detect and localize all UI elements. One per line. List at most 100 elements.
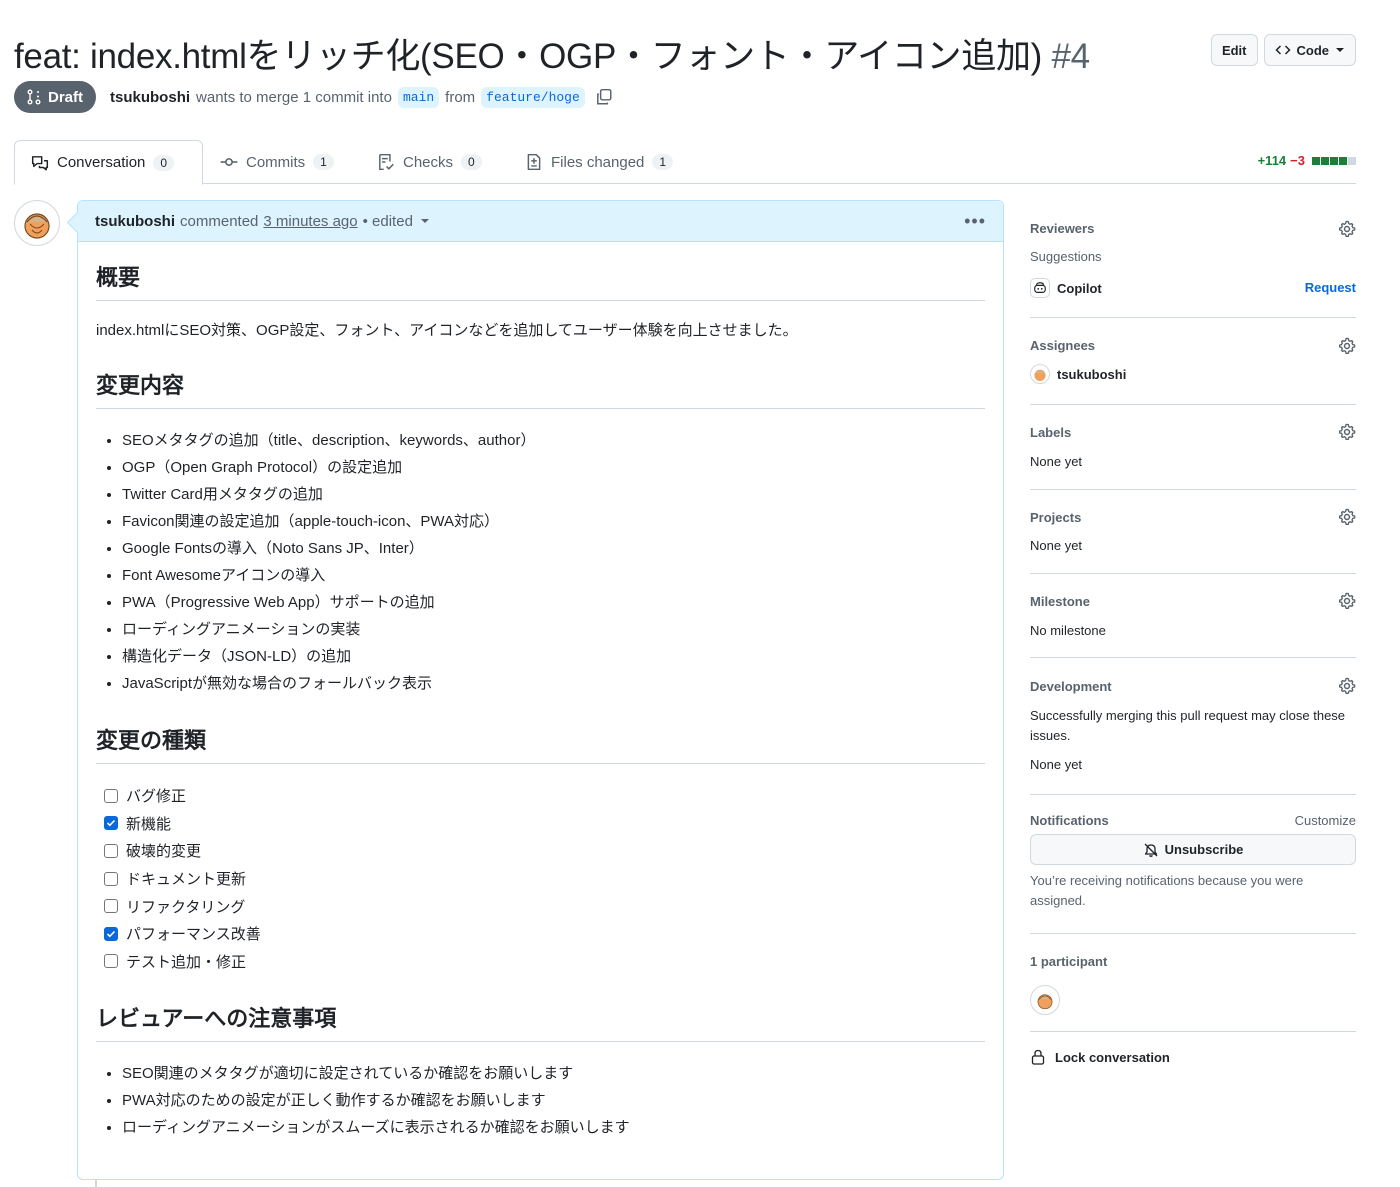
avatar	[1030, 364, 1050, 384]
heading-changes: 変更内容	[96, 368, 985, 409]
gear-icon[interactable]	[1338, 592, 1356, 610]
tab-checks-count: 0	[461, 154, 482, 170]
assignees-section: Assignees tsukuboshi	[1030, 318, 1356, 405]
task-checkbox[interactable]	[104, 954, 118, 969]
milestone-section: Milestone No milestone	[1030, 574, 1356, 658]
task-checkbox[interactable]	[104, 788, 118, 803]
gear-icon[interactable]	[1338, 508, 1356, 526]
lock-conversation-section: Lock conversation	[1030, 1032, 1356, 1088]
diffstat-deletions: −3	[1290, 153, 1305, 168]
edited-dropdown[interactable]: • edited	[363, 213, 413, 230]
assignee-name: tsukuboshi	[1057, 366, 1127, 382]
avatar-image-icon	[24, 213, 50, 239]
tab-conversation[interactable]: Conversation 0	[14, 140, 203, 185]
gear-icon[interactable]	[1338, 337, 1356, 355]
check-icon	[106, 930, 116, 938]
tab-commits[interactable]: Commits 1	[204, 140, 350, 184]
unsubscribe-button[interactable]: Unsubscribe	[1030, 834, 1356, 865]
reviewers-section: Reviewers Suggestions Copilot Request	[1030, 200, 1356, 318]
list-item: Font Awesomeアイコンの導入	[122, 562, 985, 589]
copy-icon[interactable]	[595, 88, 613, 106]
reviewers-title[interactable]: Reviewers	[1030, 221, 1094, 236]
task-checkbox-checked[interactable]	[104, 816, 118, 831]
tab-files-changed-label: Files changed	[551, 153, 645, 171]
development-section: Development Successfully merging this pu…	[1030, 658, 1356, 795]
list-item: PWA（Progressive Web App）サポートの追加	[122, 589, 985, 616]
copilot-icon	[1030, 278, 1050, 298]
caret-down-icon	[1336, 48, 1344, 52]
tab-files-changed[interactable]: Files changed 1	[509, 140, 689, 184]
git-commit-icon	[220, 158, 238, 166]
pr-author-link[interactable]: tsukuboshi	[110, 89, 190, 106]
comment-body: 概要 index.htmlにSEO対策、OGP設定、フォント、アイコンなどを追加…	[78, 260, 1003, 1141]
tab-conversation-label: Conversation	[57, 154, 146, 171]
gear-icon[interactable]	[1338, 423, 1356, 441]
customize-notifications-link[interactable]: Customize	[1295, 813, 1356, 828]
task-checkbox[interactable]	[104, 871, 118, 886]
task-checkbox-checked[interactable]	[104, 926, 118, 941]
task-item: 破壊的変更	[104, 837, 985, 865]
task-label: バグ修正	[126, 788, 187, 806]
comment-action: commented	[180, 212, 259, 230]
request-review-link[interactable]: Request	[1305, 280, 1356, 295]
base-branch[interactable]: main	[397, 86, 440, 108]
kebab-horizontal-icon[interactable]: •••	[964, 211, 986, 232]
gear-icon[interactable]	[1338, 677, 1356, 695]
list-item: JavaScriptが無効な場合のフォールバック表示	[122, 670, 985, 697]
assignee-item[interactable]: tsukuboshi	[1030, 364, 1126, 384]
header-actions: Edit Code	[1210, 34, 1356, 66]
draft-label: Draft	[48, 88, 84, 106]
task-label: 破壊的変更	[126, 843, 202, 861]
from-text: from	[445, 88, 476, 106]
participant-avatar[interactable]	[1030, 985, 1060, 1015]
tab-checks-label: Checks	[403, 153, 454, 171]
tab-commits-label: Commits	[246, 153, 306, 171]
code-icon	[1274, 45, 1291, 55]
heading-overview: 概要	[96, 260, 985, 301]
edit-label: Edit	[1221, 42, 1247, 58]
list-item: OGP（Open Graph Protocol）の設定追加	[122, 454, 985, 481]
avatar[interactable]	[14, 200, 60, 246]
notifications-section: Notifications Customize Unsubscribe You’…	[1030, 795, 1356, 934]
pr-tabs: Conversation 0 Commits 1 Checks 0 Files …	[14, 140, 1356, 185]
projects-title[interactable]: Projects	[1030, 510, 1081, 525]
labels-title[interactable]: Labels	[1030, 425, 1071, 440]
checklist-icon	[379, 153, 394, 171]
comment-author-link[interactable]: tsukuboshi	[95, 213, 175, 230]
pr-sidebar: Reviewers Suggestions Copilot Request As…	[1030, 200, 1356, 1088]
tab-conversation-count: 0	[153, 154, 175, 171]
head-branch[interactable]: feature/hoge	[481, 86, 585, 108]
labels-value: None yet	[1030, 454, 1083, 469]
list-item: ローディングアニメーションがスムーズに表示されるか確認をお願いします	[122, 1114, 985, 1141]
notes-list: SEO関連のメタタグが適切に設定されているか確認をお願いします PWA対応のため…	[96, 1060, 985, 1141]
reviewer-name: Copilot	[1057, 280, 1102, 296]
comment-timestamp[interactable]: 3 minutes ago	[263, 213, 357, 230]
labels-section: Labels None yet	[1030, 405, 1356, 490]
list-item: Google Fontsの導入（Noto Sans JP、Inter）	[122, 535, 985, 562]
task-item: バグ修正	[104, 782, 985, 810]
tab-checks[interactable]: Checks 0	[361, 140, 498, 184]
development-title[interactable]: Development	[1030, 679, 1112, 694]
gear-icon[interactable]	[1338, 220, 1356, 238]
notification-reason: You’re receiving notifications because y…	[1030, 873, 1304, 908]
lock-icon	[1031, 1049, 1045, 1065]
tab-files-changed-count: 1	[652, 154, 674, 170]
participants-title: 1 participant	[1030, 954, 1108, 969]
task-checkbox[interactable]	[104, 843, 118, 858]
development-text: Successfully merging this pull request m…	[1030, 708, 1346, 743]
task-checkbox[interactable]	[104, 899, 118, 914]
comment-header: tsukuboshi commented 3 minutes ago • edi…	[78, 201, 1003, 242]
pr-number: #4	[1051, 37, 1090, 76]
task-item: ドキュメント更新	[104, 865, 985, 893]
diffstat-additions: +114	[1257, 153, 1287, 168]
heading-change-types: 変更の種類	[96, 723, 985, 764]
task-label: ドキュメント更新	[126, 871, 247, 889]
milestone-title[interactable]: Milestone	[1030, 594, 1090, 609]
lock-conversation-button[interactable]: Lock conversation	[1030, 1049, 1170, 1065]
edit-button[interactable]: Edit	[1210, 34, 1258, 66]
caret-down-icon[interactable]	[420, 216, 430, 226]
heading-reviewer-notes: レビュアーへの注意事項	[96, 1001, 985, 1043]
pr-title: feat: index.htmlをリッチ化(SEO・OGP・フォント・アイコン追…	[14, 28, 1090, 79]
assignees-title[interactable]: Assignees	[1030, 338, 1095, 353]
code-button[interactable]: Code	[1263, 34, 1356, 66]
